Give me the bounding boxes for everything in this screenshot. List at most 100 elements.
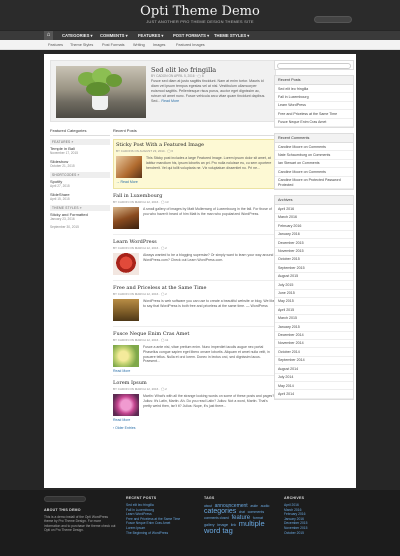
footer-search-input[interactable] <box>44 496 86 502</box>
tag-link[interactable]: multiple word tag <box>204 519 265 535</box>
post-item: Free and Priceless at the Same Time BY C… <box>113 285 276 327</box>
post-thumbnail[interactable] <box>113 345 139 367</box>
archive-link[interactable]: September 2015 <box>275 264 353 273</box>
archive-link[interactable]: November 2015 <box>275 248 353 256</box>
category-label[interactable]: THEME STYLES » <box>50 205 110 211</box>
footer-tags: TAGS about announcement aside audio cate… <box>204 496 274 535</box>
featured-image[interactable] <box>56 66 146 118</box>
nav-item-theme-styles[interactable]: THEME STYLES ▾ <box>214 31 249 40</box>
archive-link[interactable]: June 2015 <box>275 290 353 298</box>
archive-link[interactable]: May 2015 <box>275 298 353 307</box>
featured-post-excerpt: Fusce sed diam at justo sagittis tincidu… <box>151 79 266 103</box>
site-header: Opti Theme Demo JUST ANOTHER PRO THEME D… <box>0 0 400 30</box>
widget-link[interactable]: Fall in Luxembourg <box>275 93 353 102</box>
footer-archive-link[interactable]: October 2015 <box>284 531 354 536</box>
post-thumbnail[interactable] <box>113 207 139 229</box>
archive-link[interactable]: January 2016 <box>275 231 353 240</box>
post-title[interactable]: Sticky Post With a Featured Image <box>116 142 273 148</box>
post-title[interactable]: Fusce Neque Enim Cras Amet <box>113 331 276 337</box>
subnav-item-writing[interactable]: Writing <box>133 40 145 50</box>
category-group: FEATURES » Temple in Bali November 17, 2… <box>50 139 110 168</box>
archive-link[interactable]: January 2015 <box>275 323 353 332</box>
post-title[interactable]: Free and Priceless at the Same Time <box>113 285 276 291</box>
read-more-link[interactable]: Read More <box>113 418 276 422</box>
tag-link[interactable]: comments closed <box>204 516 229 520</box>
header-search-input[interactable] <box>314 16 352 23</box>
widget-link[interactable]: Caroline Moore on Comments <box>275 143 353 152</box>
recent-posts-list: Recent Posts Sticky Post With a Featured… <box>113 128 276 430</box>
archive-link[interactable]: March 2015 <box>275 315 353 324</box>
widget-link[interactable]: Ian Stewart on Comments <box>275 160 353 169</box>
post-thumbnail[interactable] <box>113 299 139 321</box>
category-group: SHORTCODES » Spotify April 27, 2015 Slid… <box>50 172 110 201</box>
archive-link[interactable]: December 2015 <box>275 239 353 248</box>
post-thumbnail[interactable] <box>113 394 139 416</box>
archive-link[interactable]: October 2014 <box>275 348 353 357</box>
post-meta: BY CADONS ON AUGUST 23, 2014 · ◯ 6 <box>116 149 174 153</box>
footer-about-text: This is a demo install of the Opti WordP… <box>44 515 116 533</box>
archive-link[interactable]: November 2014 <box>275 340 353 349</box>
recent-posts-widget: Recent Posts Sed elit leo fringilla Fall… <box>274 75 354 129</box>
archive-link[interactable]: April 2014 <box>275 390 353 399</box>
sub-navigation: Features Theme Styles Post Formats Writi… <box>0 40 400 50</box>
widget-link[interactable]: Learn WordPress <box>275 102 353 111</box>
post-meta: BY CADON ON MARCH 12, 2016 · ◯ 13 <box>113 200 169 204</box>
widget-link[interactable]: Nate Schaumburg on Comments <box>275 151 353 160</box>
archive-link[interactable]: March 2016 <box>275 214 353 223</box>
widget-link[interactable]: Free and Priceless at the Same Time <box>275 110 353 119</box>
tag-link[interactable]: audio <box>261 504 270 508</box>
home-icon[interactable]: ⌂ <box>44 31 53 40</box>
tag-link[interactable]: categories <box>204 508 236 515</box>
archive-link[interactable]: April 2015 <box>275 306 353 315</box>
archive-link[interactable]: May 2014 <box>275 382 353 391</box>
subnav-item-featured-images[interactable]: Featured Images <box>176 40 205 50</box>
archive-link[interactable]: September 2014 <box>275 357 353 366</box>
tag-link[interactable]: aside <box>250 504 258 508</box>
widget-title: Archives <box>275 196 353 206</box>
archive-link[interactable]: July 2015 <box>275 281 353 290</box>
read-more-link[interactable]: Read More <box>161 99 179 103</box>
tag-link[interactable]: chat <box>239 510 245 514</box>
post-excerpt: This Sticky post includes a large Featur… <box>146 156 272 170</box>
footer-link[interactable]: The Beginning of WordPress <box>126 531 196 536</box>
archive-link[interactable]: August 2015 <box>275 273 353 282</box>
post-excerpt: Fusce a ante nisi, vitae pretium enim. N… <box>143 345 270 364</box>
post-thumbnail[interactable] <box>116 156 142 178</box>
subnav-item-theme-styles[interactable]: Theme Styles <box>70 40 93 50</box>
nav-item-features[interactable]: FEATURES ▾ <box>138 31 164 40</box>
subnav-item-post-formats[interactable]: Post Formats <box>102 40 125 50</box>
sidebar-search-input[interactable] <box>277 63 351 69</box>
older-entries-link[interactable]: ‹ Older Entries <box>113 426 276 430</box>
read-more-link[interactable]: → Read More <box>116 180 273 184</box>
nav-item-categories[interactable]: CATEGORIES ▾ <box>62 31 93 40</box>
archive-link[interactable]: April 2016 <box>275 205 353 214</box>
post-thumbnail[interactable] <box>113 253 139 275</box>
nav-item-post-formats[interactable]: POST FORMATS ▾ <box>173 31 209 40</box>
archive-link[interactable]: December 2014 <box>275 332 353 340</box>
read-more-link[interactable]: Read More <box>113 369 276 373</box>
site-footer: ABOUT THIS DEMO This is a demo install o… <box>0 490 400 556</box>
post-title[interactable]: Fall in Luxembourg <box>113 193 276 199</box>
category-label[interactable]: FEATURES » <box>50 139 110 145</box>
post-excerpt: Always wanted to be a blogging superstar… <box>143 253 274 262</box>
category-label[interactable]: SHORTCODES » <box>50 172 110 178</box>
subnav-item-features[interactable]: Features <box>48 40 63 50</box>
archive-link[interactable]: February 2016 <box>275 222 353 231</box>
category-post-date: November 17, 2015 <box>50 151 78 155</box>
post-title[interactable]: Lorem Ipsum <box>113 380 276 386</box>
post-meta: BY CADON ON MARCH 12, 2016 · ◯ 2 <box>113 387 167 391</box>
nav-item-comments[interactable]: COMMENTS ▾ <box>100 31 128 40</box>
widget-link[interactable]: Sed elit leo fringilla <box>275 85 353 94</box>
subnav-item-images[interactable]: Images <box>153 40 165 50</box>
archive-link[interactable]: October 2015 <box>275 256 353 265</box>
archive-link[interactable]: July 2014 <box>275 374 353 382</box>
archive-link[interactable]: August 2014 <box>275 365 353 374</box>
sidebar-search-widget <box>274 60 354 70</box>
tag-link[interactable]: comments <box>248 510 265 514</box>
category-post-date: April 15, 2015 <box>50 197 70 201</box>
widget-link[interactable]: Fusce Neque Enim Cras Amet <box>275 119 353 128</box>
widget-link[interactable]: Caroline Moore on Protected Password Pro… <box>275 177 353 190</box>
post-title[interactable]: Learn WordPress <box>113 239 276 245</box>
featured-post-title[interactable]: Sed elit leo fringilla <box>151 66 216 74</box>
widget-link[interactable]: Caroline Moore on Comments <box>275 168 353 177</box>
